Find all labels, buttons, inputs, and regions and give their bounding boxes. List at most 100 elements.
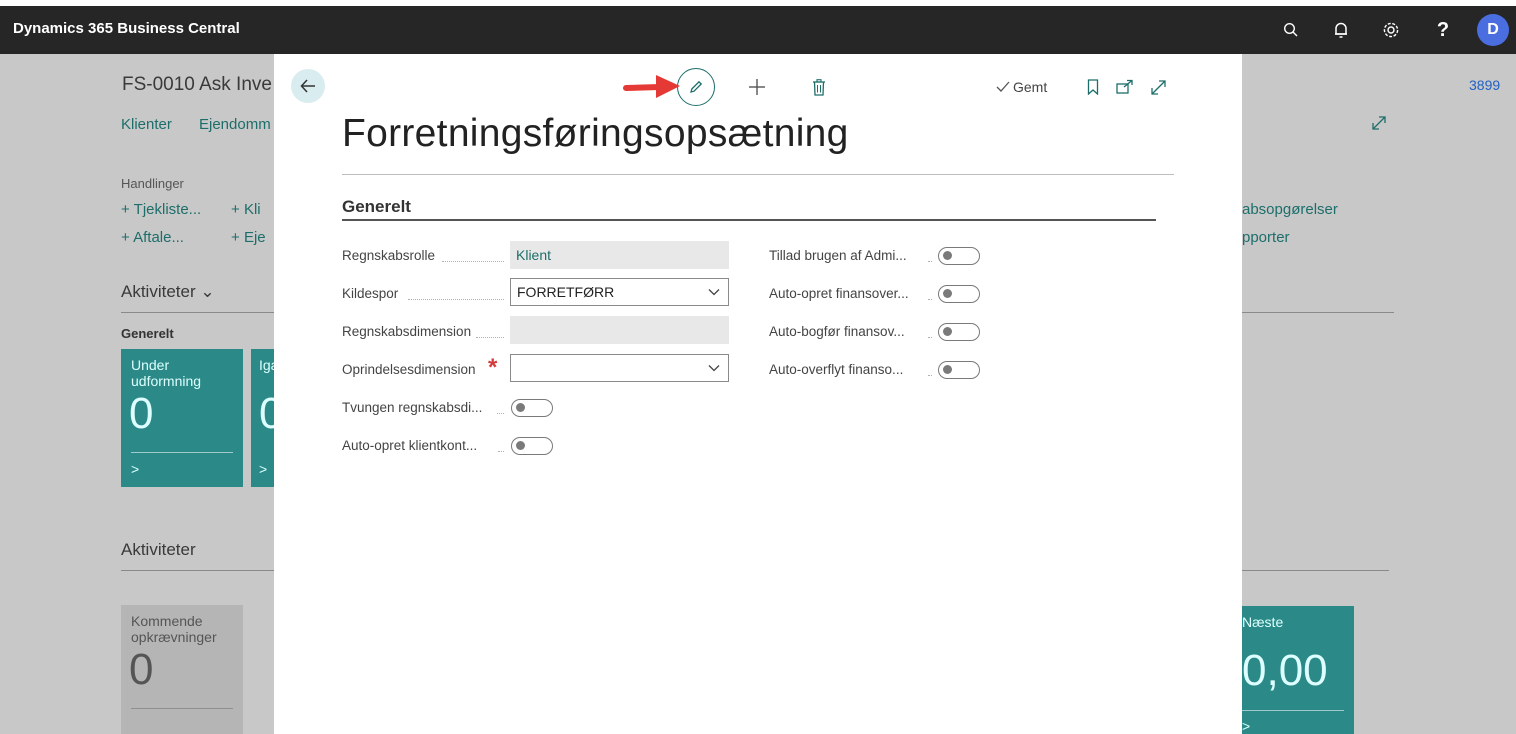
- auto-opret-finansoverfoersel-toggle[interactable]: [938, 285, 980, 303]
- page-title: Forretningsføringsopsætning: [342, 112, 849, 155]
- annotation-arrow-icon: [623, 75, 680, 98]
- tile-label: Kommende opkrævninger: [131, 613, 217, 645]
- leader-dots: [498, 451, 504, 452]
- trash-icon: [813, 78, 825, 96]
- setup-dialog: Gemt Forretningsføringsopsætning Generel…: [274, 54, 1242, 734]
- tillad-brugen-toggle[interactable]: [938, 247, 980, 265]
- bg-nav-klienter[interactable]: Klienter: [121, 116, 172, 133]
- bg-link-rapporter[interactable]: pporter: [1242, 229, 1290, 246]
- section-divider: [342, 219, 1156, 221]
- tile-label: Næste: [1242, 614, 1284, 630]
- title-divider: [342, 174, 1174, 175]
- field-label-auto-opret-klientkonto: Auto-opret klientkont...: [342, 438, 478, 453]
- activities-heading-2: Aktiviteter: [121, 540, 196, 559]
- open-new-window-button[interactable]: [1115, 77, 1135, 97]
- field-label-tvungen-regnskabsdimension: Tvungen regnskabsdi...: [342, 400, 483, 415]
- app-title[interactable]: Dynamics 365 Business Central: [13, 20, 240, 37]
- tile-naeste[interactable]: Næste 0,00 >: [1242, 606, 1354, 734]
- tile-under-udformning[interactable]: Under udformning 0 >: [121, 349, 243, 487]
- toggle-knob: [943, 327, 952, 336]
- required-indicator: *: [488, 354, 498, 381]
- help-icon[interactable]: ?: [1431, 18, 1455, 42]
- field-label-oprindelsesdimension: Oprindelsesdimension: [342, 362, 476, 377]
- auto-overflyt-finansoverfoersel-toggle[interactable]: [938, 361, 980, 379]
- bookmark-icon: [1087, 79, 1099, 95]
- field-label-regnskabsdimension: Regnskabsdimension: [342, 324, 472, 339]
- toggle-knob: [516, 441, 525, 450]
- leader-dots: [928, 375, 932, 376]
- expand-icon[interactable]: [1370, 114, 1388, 137]
- tile-value: 0: [129, 389, 154, 438]
- tile-divider: [1242, 710, 1344, 711]
- checkmark-icon: [996, 81, 1010, 92]
- leader-dots: [928, 299, 932, 300]
- actions-heading: Handlinger: [121, 176, 184, 191]
- field-label-auto-opret-finansoverfoersel: Auto-opret finansover...: [769, 286, 909, 301]
- leader-dots: [442, 261, 504, 262]
- tile-divider: [131, 452, 233, 453]
- kildespor-select[interactable]: FORRETFØRR: [510, 278, 729, 306]
- edit-button[interactable]: [677, 68, 715, 106]
- tile-value: 0: [259, 389, 274, 438]
- group-label: Generelt: [121, 326, 174, 341]
- back-button[interactable]: [291, 69, 325, 103]
- expand-icon: [1150, 79, 1166, 95]
- top-navbar: Dynamics 365 Business Central ? D: [0, 6, 1516, 54]
- tile-chevron-icon: >: [259, 461, 268, 477]
- tile-value: 0: [129, 645, 154, 694]
- expand-button[interactable]: [1148, 77, 1168, 97]
- new-button[interactable]: [746, 76, 768, 98]
- regnskabsrolle-field[interactable]: Klient: [510, 241, 729, 269]
- toggle-knob: [943, 289, 952, 298]
- activities-rule-2-right: [1242, 570, 1389, 571]
- bg-action-kli[interactable]: + Kli: [231, 201, 261, 218]
- leader-dots: [928, 337, 932, 338]
- leader-dots: [408, 299, 504, 300]
- toggle-knob: [943, 365, 952, 374]
- activities-rule: [121, 312, 274, 313]
- tile-chevron-icon: >: [1242, 718, 1251, 734]
- auto-bogfoer-finansoverfoersel-toggle[interactable]: [938, 323, 980, 341]
- open-in-new-window-icon: [1116, 79, 1133, 94]
- tile-kommende-opkraevninger[interactable]: Kommende opkrævninger 0: [121, 605, 243, 734]
- pencil-icon: [690, 80, 703, 93]
- delete-button[interactable]: [809, 76, 829, 98]
- bg-number-link[interactable]: 3899: [1469, 77, 1500, 93]
- chevron-down-icon: ⌄: [200, 282, 215, 301]
- bg-action-eje[interactable]: + Eje: [231, 229, 266, 246]
- field-label-regnskabsrolle: Regnskabsrolle: [342, 248, 436, 263]
- oprindelsesdimension-select[interactable]: [510, 354, 729, 382]
- tvungen-regnskabsdimension-toggle[interactable]: [511, 399, 553, 417]
- chevron-down-icon: [708, 365, 720, 372]
- field-label-auto-bogfoer-finansoverfoersel: Auto-bogfør finansov...: [769, 324, 905, 339]
- tile-chevron-icon: >: [131, 461, 140, 477]
- section-title-generelt[interactable]: Generelt: [342, 197, 411, 217]
- field-label-kildespor: Kildespor: [342, 286, 399, 301]
- auto-opret-klientkonto-toggle[interactable]: [511, 437, 553, 455]
- bg-nav-ejendomme[interactable]: Ejendomm: [199, 116, 271, 133]
- regnskabsdimension-field[interactable]: [510, 316, 729, 344]
- tile-label: Iga: [259, 357, 274, 373]
- tile-divider: [131, 708, 233, 709]
- activities-rule-right: [1242, 312, 1394, 313]
- avatar[interactable]: D: [1477, 14, 1509, 46]
- bell-icon[interactable]: [1329, 18, 1353, 42]
- leader-dots: [497, 413, 504, 414]
- toggle-knob: [516, 403, 525, 412]
- activities-rule-2: [121, 570, 274, 571]
- kildespor-value: FORRETFØRR: [517, 284, 615, 300]
- bookmark-button[interactable]: [1085, 77, 1101, 97]
- bg-action-tjekliste[interactable]: + Tjekliste...: [121, 201, 201, 218]
- bg-link-regnskabsopgoerelser[interactable]: absopgørelser: [1242, 201, 1338, 218]
- search-icon[interactable]: [1279, 18, 1303, 42]
- field-label-tillad-brugen: Tillad brugen af Admi...: [769, 248, 907, 263]
- activities-heading[interactable]: Aktiviteter ⌄: [121, 282, 215, 302]
- plus-icon: [749, 79, 765, 95]
- chevron-down-icon: [708, 289, 720, 296]
- gear-icon[interactable]: [1379, 18, 1403, 42]
- toggle-knob: [943, 251, 952, 260]
- bg-action-aftale[interactable]: + Aftale...: [121, 229, 184, 246]
- background-page-title: FS-0010 Ask Inve: [122, 74, 272, 95]
- leader-dots: [928, 261, 932, 262]
- tile-iga[interactable]: Iga 0 >: [251, 349, 274, 487]
